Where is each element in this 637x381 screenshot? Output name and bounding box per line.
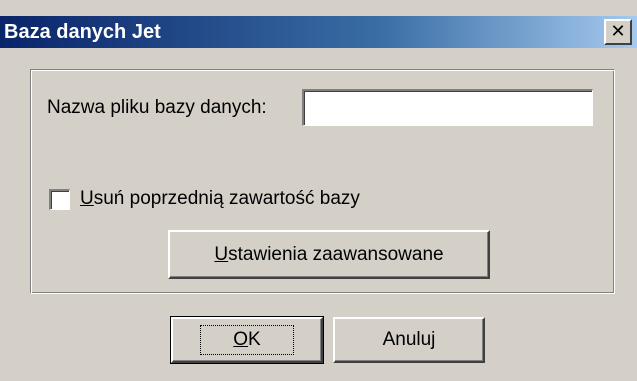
ok-text: K	[248, 329, 261, 350]
title-bar[interactable]: Baza danych Jet ✕	[0, 16, 637, 48]
advanced-settings-button[interactable]: Ustawienia zaawansowane	[168, 230, 490, 279]
ok-focus-rect: OK	[200, 325, 294, 355]
cancel-label: Anuluj	[382, 329, 436, 350]
ok-button[interactable]: OK	[170, 316, 324, 364]
filename-label: Nazwa pliku bazy danych:	[47, 97, 267, 118]
advanced-settings-mnemonic: U	[214, 243, 229, 265]
dialog-title: Baza danych Jet	[4, 21, 161, 43]
close-button[interactable]: ✕	[604, 19, 632, 45]
clear-contents-mnemonic: U	[80, 188, 94, 209]
advanced-settings-text: stawienia zaawansowane	[228, 243, 444, 265]
clear-contents-label[interactable]: Usuń poprzednią zawartość bazy	[80, 187, 360, 211]
filename-input[interactable]	[302, 89, 593, 126]
clear-contents-text: suń poprzednią zawartość bazy	[93, 188, 360, 209]
jet-database-dialog: Baza danych Jet ✕ Nazwa pliku bazy danyc…	[0, 0, 637, 381]
close-icon: ✕	[610, 21, 626, 42]
ok-mnemonic: O	[233, 329, 249, 350]
cancel-button[interactable]: Anuluj	[333, 317, 485, 363]
clear-contents-checkbox[interactable]	[49, 189, 70, 210]
